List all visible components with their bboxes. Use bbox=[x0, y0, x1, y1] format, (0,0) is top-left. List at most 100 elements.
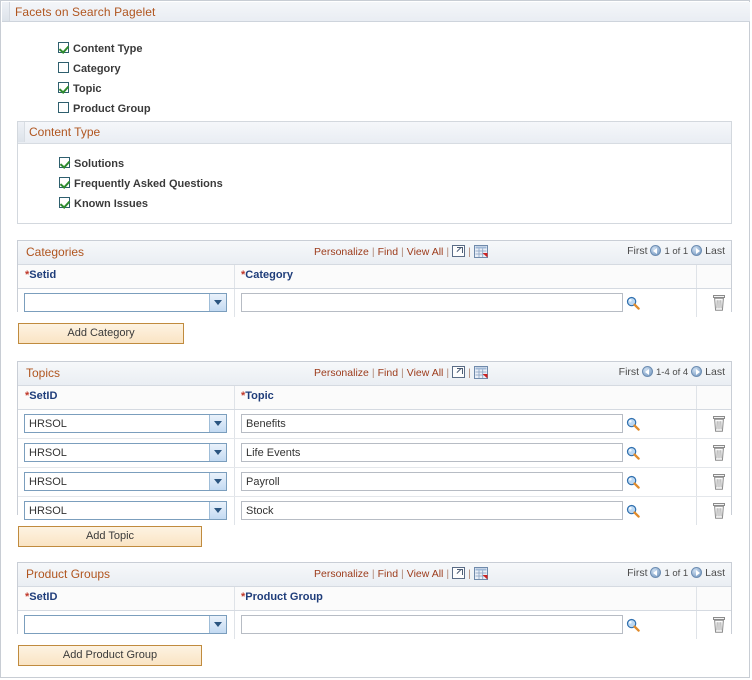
checkbox-known-issues[interactable] bbox=[59, 197, 70, 208]
table-row: HRSOL bbox=[18, 410, 731, 439]
checkbox-topic[interactable] bbox=[58, 82, 69, 93]
download-to-spreadsheet-icon[interactable] bbox=[473, 366, 488, 379]
topics-topic-input-2[interactable] bbox=[241, 472, 623, 491]
product-groups-setid-select-0[interactable] bbox=[24, 615, 227, 634]
column-divider bbox=[696, 439, 697, 467]
link-separator: | bbox=[371, 246, 375, 258]
download-to-spreadsheet-icon[interactable] bbox=[473, 567, 488, 580]
column-divider bbox=[696, 587, 697, 610]
checkbox-frequently-asked-questions[interactable] bbox=[59, 177, 70, 188]
link-separator: | bbox=[446, 367, 450, 379]
delete-row-trash-icon[interactable] bbox=[712, 445, 726, 461]
chevron-down-icon bbox=[209, 502, 226, 519]
find-link[interactable]: Find bbox=[378, 367, 398, 379]
expand-new-window-icon[interactable] bbox=[452, 567, 466, 579]
categories-row-counter: 1 of 1 bbox=[664, 246, 689, 257]
add-product-group-button[interactable]: Add Product Group bbox=[18, 645, 202, 666]
lookup-magnifier-icon[interactable] bbox=[626, 417, 640, 431]
categories-grid-links: Personalize | Find | View All | | bbox=[314, 245, 488, 258]
product-groups-grid-links: Personalize | Find | View All | | bbox=[314, 567, 488, 580]
table-row: HRSOL bbox=[18, 439, 731, 468]
download-to-spreadsheet-icon[interactable] bbox=[473, 245, 488, 258]
lookup-magnifier-icon[interactable] bbox=[626, 504, 640, 518]
topics-grid-links: Personalize | Find | View All | | bbox=[314, 366, 488, 379]
find-link[interactable]: Find bbox=[378, 568, 398, 580]
link-separator: | bbox=[446, 246, 450, 258]
delete-row-trash-icon[interactable] bbox=[712, 617, 726, 633]
lookup-magnifier-icon[interactable] bbox=[626, 296, 640, 310]
link-separator: | bbox=[371, 568, 375, 580]
last-label[interactable]: Last bbox=[705, 366, 725, 378]
chevron-down-icon bbox=[209, 444, 226, 461]
column-divider bbox=[234, 410, 235, 438]
column-divider bbox=[696, 468, 697, 496]
facet-label-topic: Topic bbox=[73, 83, 102, 95]
facet-label-product-group: Product Group bbox=[73, 103, 151, 115]
topics-colhead-setid: *SetID bbox=[25, 390, 57, 402]
topics-grid: Topics Personalize | Find | View All | | First… bbox=[17, 361, 732, 525]
previous-page-arrow-icon[interactable] bbox=[650, 245, 662, 256]
personalize-link[interactable]: Personalize bbox=[314, 246, 369, 258]
view-all-link[interactable]: View All bbox=[407, 568, 444, 580]
checkbox-product-group[interactable] bbox=[58, 102, 69, 113]
lookup-magnifier-icon[interactable] bbox=[626, 475, 640, 489]
categories-grid: Categories Personalize | Find | View All | | F… bbox=[17, 240, 732, 317]
lookup-magnifier-icon[interactable] bbox=[626, 446, 640, 460]
checkbox-solutions[interactable] bbox=[59, 157, 70, 168]
content-type-label-solutions: Solutions bbox=[74, 158, 125, 170]
previous-page-arrow-icon[interactable] bbox=[650, 567, 662, 578]
next-page-arrow-icon[interactable] bbox=[691, 567, 703, 578]
last-label[interactable]: Last bbox=[705, 567, 725, 579]
topics-colhead-topic-text: Topic bbox=[245, 390, 274, 402]
column-divider bbox=[696, 410, 697, 438]
next-page-arrow-icon[interactable] bbox=[691, 245, 703, 256]
add-topic-button[interactable]: Add Topic bbox=[18, 526, 202, 547]
delete-row-trash-icon[interactable] bbox=[712, 295, 726, 311]
delete-row-trash-icon[interactable] bbox=[712, 416, 726, 432]
categories-grid-title: Categories bbox=[26, 245, 85, 259]
categories-setid-select-0[interactable] bbox=[24, 293, 227, 312]
view-all-link[interactable]: View All bbox=[407, 367, 444, 379]
categories-colhead-category: *Category bbox=[241, 269, 293, 281]
checkbox-category[interactable] bbox=[58, 62, 69, 73]
find-link[interactable]: Find bbox=[378, 246, 398, 258]
topics-setid-select-1[interactable]: HRSOL bbox=[24, 443, 227, 462]
column-divider bbox=[234, 468, 235, 496]
first-label[interactable]: First bbox=[627, 245, 647, 257]
product-groups-grid: Product Groups Personalize | Find | View All… bbox=[17, 562, 732, 639]
add-category-button[interactable]: Add Category bbox=[18, 323, 184, 344]
topics-setid-select-0[interactable]: HRSOL bbox=[24, 414, 227, 433]
column-divider bbox=[234, 386, 235, 409]
personalize-link[interactable]: Personalize bbox=[314, 367, 369, 379]
product-groups-value-input-0[interactable] bbox=[241, 615, 623, 634]
page-frame: Facets on Search Pagelet Content Type Ca… bbox=[0, 0, 750, 678]
next-page-arrow-icon[interactable] bbox=[691, 366, 703, 377]
table-row bbox=[18, 611, 731, 639]
topics-topic-input-0[interactable] bbox=[241, 414, 623, 433]
topics-topic-input-3[interactable] bbox=[241, 501, 623, 520]
view-all-link[interactable]: View All bbox=[407, 246, 444, 258]
content-type-groupbox-title: Content Type bbox=[29, 125, 101, 139]
categories-colhead-setid-text: Setid bbox=[29, 269, 57, 281]
topics-topic-input-1[interactable] bbox=[241, 443, 623, 462]
checkbox-content-type[interactable] bbox=[58, 42, 69, 53]
last-label[interactable]: Last bbox=[705, 245, 725, 257]
column-divider bbox=[234, 611, 235, 639]
topics-setid-select-3[interactable]: HRSOL bbox=[24, 501, 227, 520]
delete-row-trash-icon[interactable] bbox=[712, 474, 726, 490]
topics-setid-select-2[interactable]: HRSOL bbox=[24, 472, 227, 491]
previous-page-arrow-icon[interactable] bbox=[642, 366, 653, 377]
first-label[interactable]: First bbox=[627, 567, 647, 579]
expand-new-window-icon[interactable] bbox=[452, 245, 466, 257]
chevron-down-icon bbox=[209, 294, 226, 311]
delete-row-trash-icon[interactable] bbox=[712, 503, 726, 519]
categories-grid-header: Categories Personalize | Find | View All | | F… bbox=[18, 241, 731, 265]
lookup-magnifier-icon[interactable] bbox=[626, 618, 640, 632]
categories-category-input-0[interactable] bbox=[241, 293, 623, 312]
personalize-link[interactable]: Personalize bbox=[314, 568, 369, 580]
column-divider bbox=[696, 265, 697, 288]
expand-new-window-icon[interactable] bbox=[452, 366, 466, 378]
facet-row-product-group: Product Group bbox=[58, 99, 151, 119]
column-divider bbox=[234, 497, 235, 525]
first-label[interactable]: First bbox=[619, 366, 639, 378]
